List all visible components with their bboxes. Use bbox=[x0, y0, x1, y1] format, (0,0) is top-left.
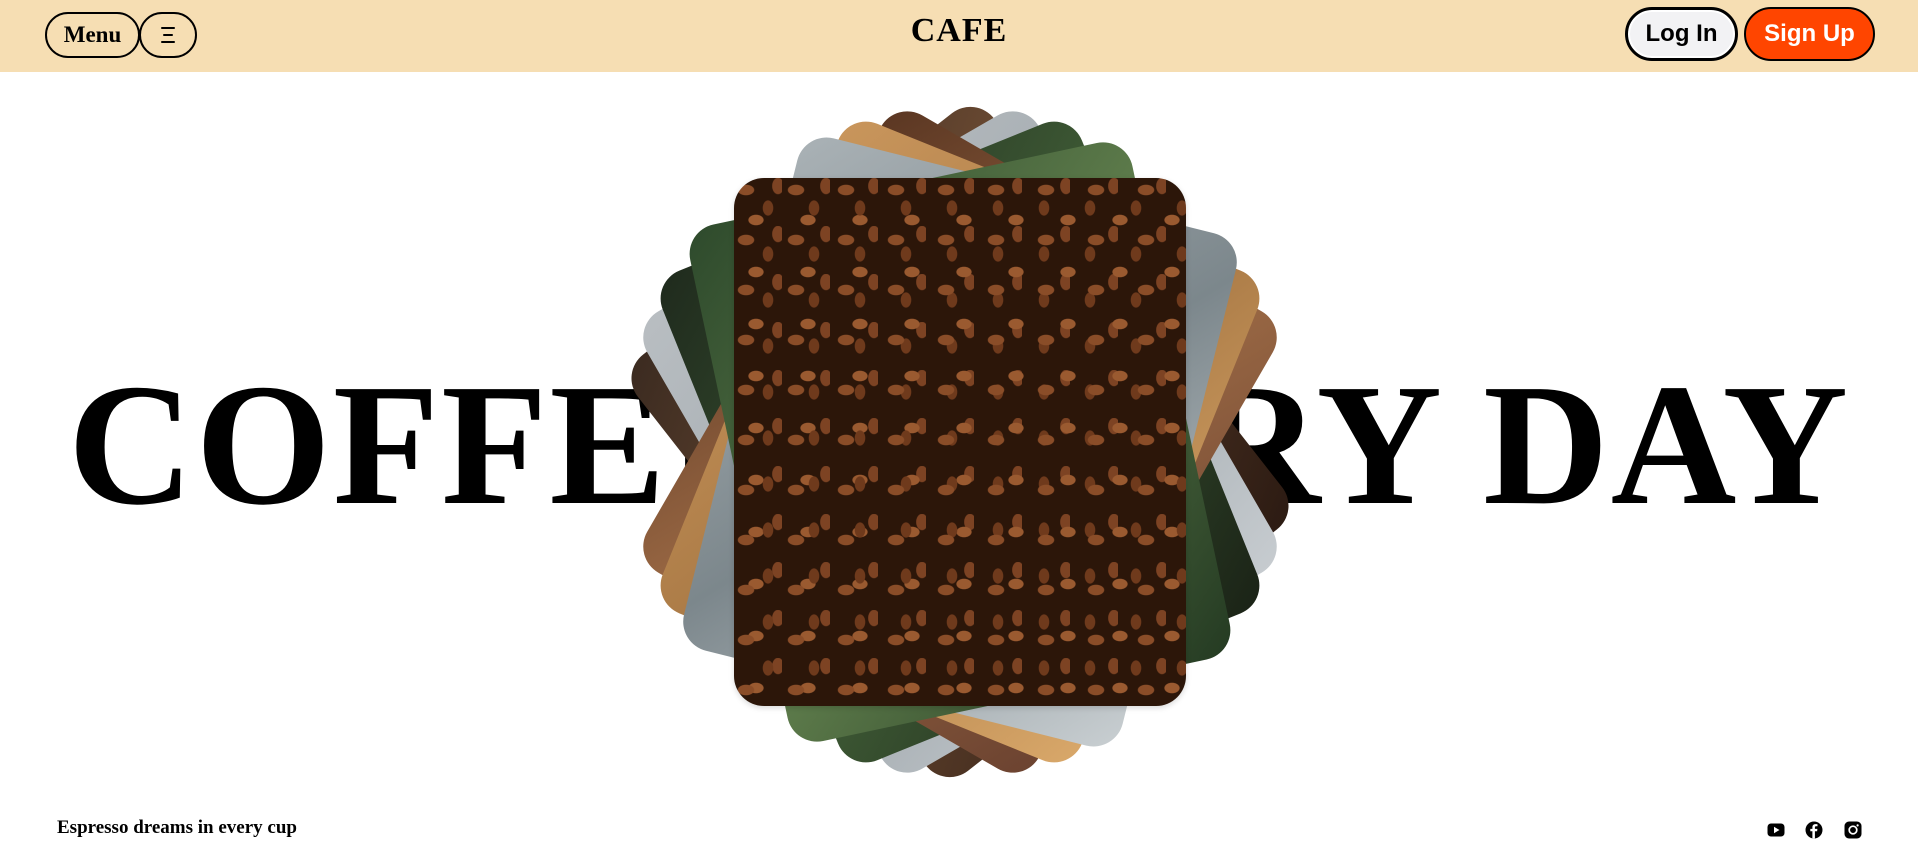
login-button[interactable]: Log In bbox=[1625, 7, 1738, 61]
facebook-icon[interactable] bbox=[1803, 819, 1825, 841]
youtube-icon[interactable] bbox=[1765, 819, 1787, 841]
tagline: Espresso dreams in every cup bbox=[57, 817, 297, 838]
instagram-icon[interactable] bbox=[1842, 819, 1864, 841]
top-bar: Menu CAFE Log In Sign Up bbox=[0, 0, 1918, 72]
signup-button[interactable]: Sign Up bbox=[1744, 7, 1875, 61]
hero-headline: COFFEE EVERY DAY bbox=[67, 348, 1851, 541]
